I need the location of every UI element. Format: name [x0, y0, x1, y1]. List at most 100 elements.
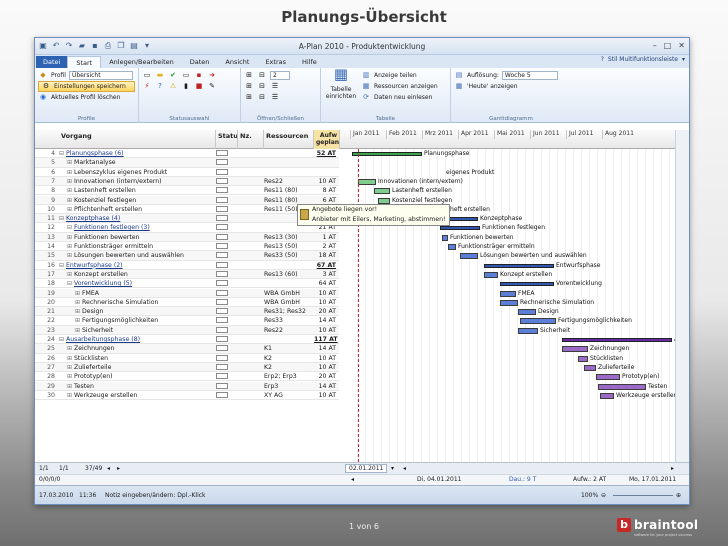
status-indicator[interactable] — [216, 336, 228, 342]
status-hold-icon[interactable]: ▮ — [181, 82, 191, 91]
status-indicator[interactable] — [216, 261, 228, 268]
gantt-summary-bar[interactable] — [352, 152, 422, 156]
collapse-icon[interactable]: ⊟ — [59, 149, 66, 158]
tab-datei[interactable]: Datei — [36, 56, 68, 68]
nav-prev-icon[interactable]: ◂ — [107, 463, 110, 474]
redo-icon[interactable]: ↷ — [64, 41, 74, 51]
tab-hilfe[interactable]: Hilfe — [294, 56, 325, 68]
resolution-select[interactable]: Woche 5 — [501, 71, 558, 80]
col-ressourcen[interactable]: Ressourcen — [264, 130, 314, 149]
outline-down-icon[interactable]: ☰ — [270, 93, 280, 102]
gantt-task-bar[interactable] — [358, 178, 376, 185]
level-select[interactable]: 2 — [270, 71, 290, 80]
date-dropdown-icon[interactable]: ▾ — [391, 463, 394, 474]
gantt-summary-bar[interactable] — [562, 338, 672, 342]
app-icon[interactable]: ▣ — [38, 41, 48, 51]
status-indicator[interactable] — [216, 224, 228, 231]
zoom-slider[interactable] — [613, 495, 673, 496]
tab-anlegen[interactable]: Anlegen/Bearbeiten — [101, 56, 182, 68]
profile-select[interactable]: Übersicht — [68, 71, 133, 80]
status-indicator[interactable] — [216, 205, 228, 212]
tree-icon[interactable]: ☰ — [270, 82, 280, 91]
expand-icon[interactable]: ⊞ — [67, 168, 74, 177]
status-indicator[interactable] — [216, 373, 228, 380]
status-indicator[interactable] — [216, 177, 228, 184]
vertical-scrollbar[interactable] — [675, 130, 689, 462]
undo-icon[interactable]: ↶ — [51, 41, 61, 51]
close-icon[interactable]: ✕ — [678, 41, 685, 50]
outline-up-icon[interactable]: ⊟ — [257, 93, 267, 102]
expand-icon[interactable]: ⊞ — [67, 391, 74, 400]
status-indicator[interactable] — [216, 196, 228, 203]
status-indicator[interactable] — [216, 270, 228, 277]
expand-icon[interactable]: ⊞ — [75, 326, 82, 335]
maximize-icon[interactable]: □ — [664, 41, 672, 50]
collapse-icon[interactable]: ⊟ — [59, 214, 66, 223]
gantt-task-bar[interactable] — [578, 355, 588, 362]
gantt-summary-bar[interactable] — [440, 226, 480, 231]
collapse-icon[interactable]: ⊟ — [67, 279, 74, 288]
collapse-icon[interactable]: ⊟ — [59, 261, 66, 270]
status-indicator[interactable] — [216, 168, 228, 175]
expand-icon[interactable]: ⊞ — [67, 233, 74, 242]
gantt-task-bar[interactable] — [442, 234, 448, 241]
minimize-icon[interactable]: – — [653, 41, 657, 50]
status-indicator[interactable] — [216, 354, 228, 361]
status-indicator[interactable] — [216, 159, 228, 166]
status-indicator[interactable] — [216, 289, 228, 296]
status-warning-icon[interactable]: ⚠ — [168, 82, 178, 91]
expand-icon[interactable]: ⊞ — [67, 242, 74, 251]
reset-profile-button[interactable]: ◉ Aktuelles Profil löschen — [38, 92, 135, 103]
gantt-task-bar[interactable] — [520, 318, 556, 325]
gantt-task-bar[interactable] — [584, 364, 596, 371]
status-indicator[interactable] — [216, 252, 228, 259]
status-indicator[interactable] — [216, 298, 228, 305]
status-arrow-icon[interactable]: ➜ — [207, 71, 217, 80]
scroll-left-2-icon[interactable]: ◂ — [351, 475, 354, 485]
ribbon-style-label[interactable]: Stil Multifunktionsleiste — [608, 56, 678, 63]
expand-icon[interactable]: ⊞ — [67, 363, 74, 372]
open-folder-icon[interactable]: ▰ — [77, 41, 87, 51]
status-indicator[interactable] — [216, 187, 228, 194]
print-icon[interactable]: ⎙ — [103, 41, 113, 51]
status-indicator[interactable] — [216, 363, 228, 370]
status-indicator[interactable] — [216, 150, 228, 156]
gantt-summary-bar[interactable] — [500, 282, 554, 287]
collapse-icon[interactable]: ⊟ — [257, 71, 267, 80]
gantt-summary-bar[interactable] — [484, 263, 554, 268]
status-indicator[interactable] — [216, 391, 228, 398]
col-aufwand[interactable]: Aufw geplant — [314, 130, 340, 149]
collapse-icon[interactable]: ⊟ — [59, 335, 66, 344]
gantt-task-bar[interactable] — [460, 253, 478, 260]
gantt-task-bar[interactable] — [596, 374, 620, 381]
reload-data-button[interactable]: ⟳ Daten neu einlesen — [361, 92, 438, 103]
status-indicator[interactable] — [216, 243, 228, 249]
gantt-task-bar[interactable] — [484, 271, 498, 278]
expand-icon[interactable]: ⊞ — [75, 298, 82, 307]
status-indicator[interactable] — [216, 215, 228, 222]
customize-icon[interactable]: ▾ — [142, 41, 152, 51]
gantt-task-bar[interactable] — [518, 327, 538, 334]
show-resources-button[interactable]: ▦ Ressourcen anzeigen — [361, 81, 438, 92]
date-input[interactable]: 02.01.2011 — [345, 464, 388, 473]
show-parts-button[interactable]: ▥ Anzeige teilen — [361, 70, 438, 81]
expand-icon[interactable]: ⊞ — [67, 158, 74, 167]
tab-ansicht[interactable]: Ansicht — [217, 56, 257, 68]
status-lightning-icon[interactable]: ⚡ — [142, 82, 152, 91]
expand-icon[interactable]: ⊞ — [75, 289, 82, 298]
expand-icon[interactable]: ⊞ — [67, 196, 74, 205]
zoom-in-icon[interactable]: ⊕ — [676, 490, 681, 501]
scroll-right-icon[interactable]: ▸ — [671, 463, 674, 474]
status-indicator[interactable] — [216, 233, 228, 240]
status-indicator[interactable] — [216, 382, 228, 389]
status-clear-icon[interactable]: ✎ — [207, 82, 217, 91]
gantt-task-bar[interactable] — [598, 383, 646, 390]
page-icon[interactable]: ▤ — [129, 41, 139, 51]
expand-icon[interactable]: ⊞ — [67, 177, 74, 186]
nav-next-icon[interactable]: ▸ — [117, 463, 120, 474]
gantt-task-bar[interactable] — [562, 346, 588, 353]
gantt-task-bar[interactable] — [500, 290, 516, 297]
col-nz[interactable]: Nz. — [238, 130, 264, 149]
expand-icon[interactable]: ⊞ — [67, 270, 74, 279]
status-indicator[interactable] — [216, 345, 228, 352]
